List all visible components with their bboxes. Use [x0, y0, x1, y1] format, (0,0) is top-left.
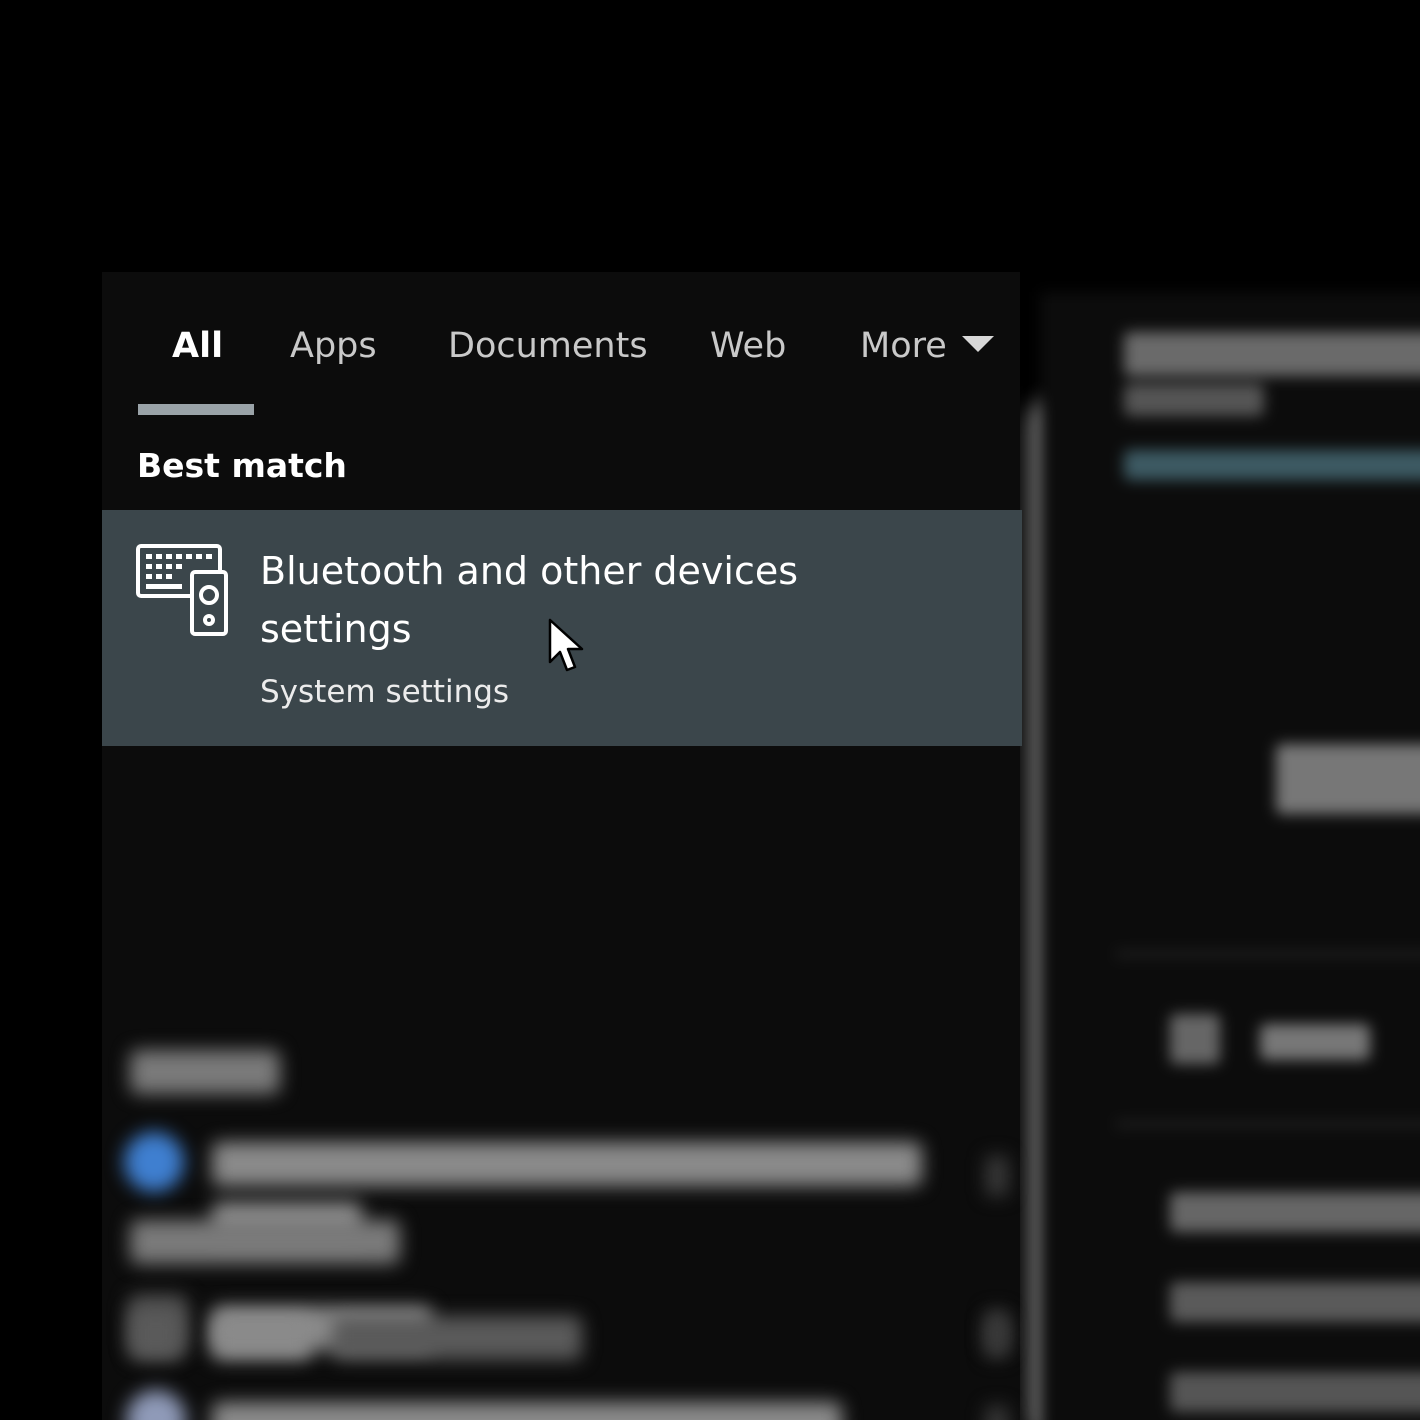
preview-related-3-blurred[interactable] [1170, 1372, 1420, 1412]
result-preview-pane [1040, 292, 1420, 1420]
search-filter-tabs: All Apps Documents Web More [102, 272, 1020, 422]
devices-keyboard-speaker-icon [136, 544, 228, 636]
result-title: Bluetooth and other devices settings [260, 549, 799, 651]
active-tab-indicator [138, 404, 254, 415]
web-result-term-blurred[interactable] [212, 1316, 312, 1360]
preview-title-line2-blurred [1124, 384, 1264, 416]
preview-related-1-blurred[interactable] [1170, 1192, 1420, 1232]
arrow-cursor-icon [548, 618, 584, 672]
preview-related-2-blurred[interactable] [1170, 1282, 1420, 1322]
preview-divider-2 [1116, 1122, 1420, 1126]
desktop-screen: All Apps Documents Web More Best match B… [0, 0, 1420, 1420]
preview-link-blurred[interactable] [1124, 450, 1420, 480]
preview-divider [1116, 952, 1420, 956]
tab-apps[interactable]: Apps [290, 322, 377, 370]
chevron-right-icon[interactable] [986, 1156, 1008, 1196]
troubleshoot-icon [124, 1132, 184, 1192]
best-match-heading: Best match [137, 446, 347, 485]
preview-open-icon-blurred [1170, 1014, 1220, 1064]
chevron-right-icon[interactable] [986, 1318, 1008, 1358]
web-results-blurred [102, 1212, 1020, 1420]
tab-all[interactable]: All [172, 322, 223, 370]
result-subtitle: System settings [260, 674, 510, 710]
web-result-hint-blurred [332, 1316, 582, 1360]
web-heading-blurred [130, 1220, 400, 1264]
search-results-flyout: All Apps Documents Web More Best match B… [102, 272, 1022, 1420]
result-item-1-blurred[interactable] [212, 1142, 922, 1186]
tab-documents[interactable]: Documents [448, 322, 648, 370]
tab-web[interactable]: Web [710, 322, 786, 370]
preview-open-label-blurred[interactable] [1260, 1024, 1370, 1060]
tab-more[interactable]: More [860, 322, 947, 370]
section-heading-blurred [130, 1050, 280, 1094]
preview-heading-blurred [1276, 744, 1420, 814]
chevron-down-icon[interactable] [962, 336, 994, 352]
preview-title-blurred [1124, 332, 1420, 376]
search-icon [130, 1308, 182, 1360]
